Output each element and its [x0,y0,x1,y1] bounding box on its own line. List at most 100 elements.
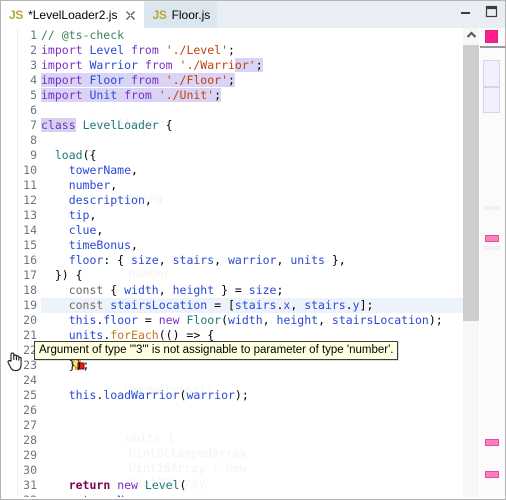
code-line[interactable]: 7 class LevelLoader { [1,118,479,133]
code-line[interactable]: 23 }); [1,358,479,373]
line-content: }); [41,358,90,372]
line-number: 30 [23,463,37,477]
line-content: this.floor = new Floor(width, height, st… [68,313,443,327]
overview-error-mark[interactable] [485,235,499,242]
line-content [41,448,479,463]
line-content: class LevelLoader { [41,118,173,132]
code-line[interactable]: 16 floor: { size, stairs, warrior, units… [1,253,479,268]
code-line[interactable]: 27 [1,418,479,433]
code-line[interactable]: 24 [1,373,479,388]
line-content: description, [68,193,152,207]
line-content: number, [68,178,118,192]
code-line[interactable]: 8 [1,133,479,148]
code-line[interactable]: 28 [1,433,479,448]
line-number: 15 [23,238,37,252]
line-content [41,373,479,388]
line-content [41,403,479,418]
line-number: 26 [23,403,37,417]
code-line[interactable]: 12 description, [1,193,479,208]
line-number: 16 [23,253,37,267]
code-line[interactable]: 6 [1,103,479,118]
code-line[interactable]: 30 [1,463,479,478]
line-number: 12 [23,193,37,207]
js-file-icon: JS [9,8,24,22]
overview-error-mark[interactable] [485,439,499,446]
code-line[interactable]: 29 [1,448,479,463]
code-line[interactable]: 26 [1,403,479,418]
line-number: 11 [23,178,37,192]
line-number: 5 [30,88,37,102]
line-number: 4 [30,73,37,87]
overview-selection-mark[interactable] [483,60,500,87]
line-content: this.loadWarrior(warrior); [68,388,249,402]
line-number: 14 [23,223,37,237]
line-content [41,463,479,478]
code-line[interactable]: 4 import Floor from './Floor'; [1,73,479,88]
editor-window: JS *LevelLoader2.js JS Floor.js LevelLoa… [0,0,506,500]
code-line[interactable]: 20 this.floor = new Floor(width, height,… [1,313,479,328]
line-content: clue, [68,223,104,237]
line-content: import Warrior from './Warrior'; [41,58,263,72]
tab-label: *LevelLoader2.js [28,8,118,22]
window-bottom-edge [1,497,505,499]
line-content: const stairsLocation = [stairs.x, stairs… [68,298,374,312]
line-number: 7 [30,118,37,132]
code-line[interactable]: 10 towerName, [1,163,479,178]
scroll-up-arrow-icon[interactable] [463,28,479,42]
overview-selection-mark[interactable] [483,87,500,113]
code-line[interactable]: 5 import Unit from './Unit'; [1,88,479,103]
line-content: load({ [54,148,97,162]
code-line[interactable]: 25 this.loadWarrior(warrior); [1,388,479,403]
error-tooltip: Argument of type '"3"' is not assignable… [34,341,399,360]
code-line[interactable]: 13 tip, [1,208,479,223]
line-content: }) { [41,268,83,282]
line-number: 10 [23,163,37,177]
code-editor[interactable]: LevelLoader string number loadWarrior() … [1,28,505,499]
overview-faint-mark [483,246,501,250]
line-number: 27 [23,418,37,432]
maximize-icon[interactable] [484,4,499,19]
line-number: 19 [23,298,37,312]
code-line[interactable]: 11 number, [1,178,479,193]
line-content [41,133,479,148]
line-number: 1 [30,28,37,42]
line-number: 31 [23,478,37,492]
line-number: 23 [23,358,37,372]
code-line[interactable]: 31 return new Level( [1,478,479,493]
line-number: 25 [23,388,37,402]
vertical-scrollbar[interactable] [463,28,479,499]
line-number: 8 [30,133,37,147]
window-controls [458,4,499,19]
line-content: return new Level( [68,478,187,492]
code-line[interactable]: 19 const stairsLocation = [stairs.x, sta… [1,298,479,313]
overview-divider [480,46,505,48]
code-line[interactable]: 3 import Warrior from './Warrior'; [1,58,479,86]
line-number: 13 [23,208,37,222]
code-line[interactable]: 18 const { width, height } = size; [1,283,479,298]
code-lines[interactable]: 1 // @ts-check 2 import Level from './Le… [1,28,479,499]
warning-lightbulb-icon[interactable] [2,343,85,370]
overview-error-mark[interactable] [485,471,499,478]
line-number: 9 [30,148,37,162]
line-number: 24 [23,373,37,387]
line-number: 17 [23,268,37,282]
arrow-marker-icon [3,59,86,86]
code-line[interactable]: 14 clue, [1,223,479,238]
line-number: 2 [30,43,37,57]
tab-levelloader2-js[interactable]: JS *LevelLoader2.js [1,1,145,28]
overview-ruler[interactable] [479,28,505,499]
js-file-icon: JS [152,8,167,22]
code-line[interactable]: 2 import Level from './Level'; [1,43,479,58]
minimize-icon[interactable] [458,4,473,19]
code-line[interactable]: 9 load({ [1,148,479,163]
code-line[interactable]: 15 timeBonus, [1,238,479,253]
line-content [41,433,479,448]
tab-floor-js[interactable]: JS Floor.js [144,2,218,28]
line-content: tip, [68,208,97,222]
scrollbar-thumb[interactable] [463,45,479,321]
code-line[interactable]: 1 // @ts-check [1,28,479,43]
line-content [41,418,479,433]
close-icon[interactable] [124,9,137,22]
error-count-badge[interactable] [485,30,498,43]
code-line[interactable]: 17 }) { [1,268,479,283]
